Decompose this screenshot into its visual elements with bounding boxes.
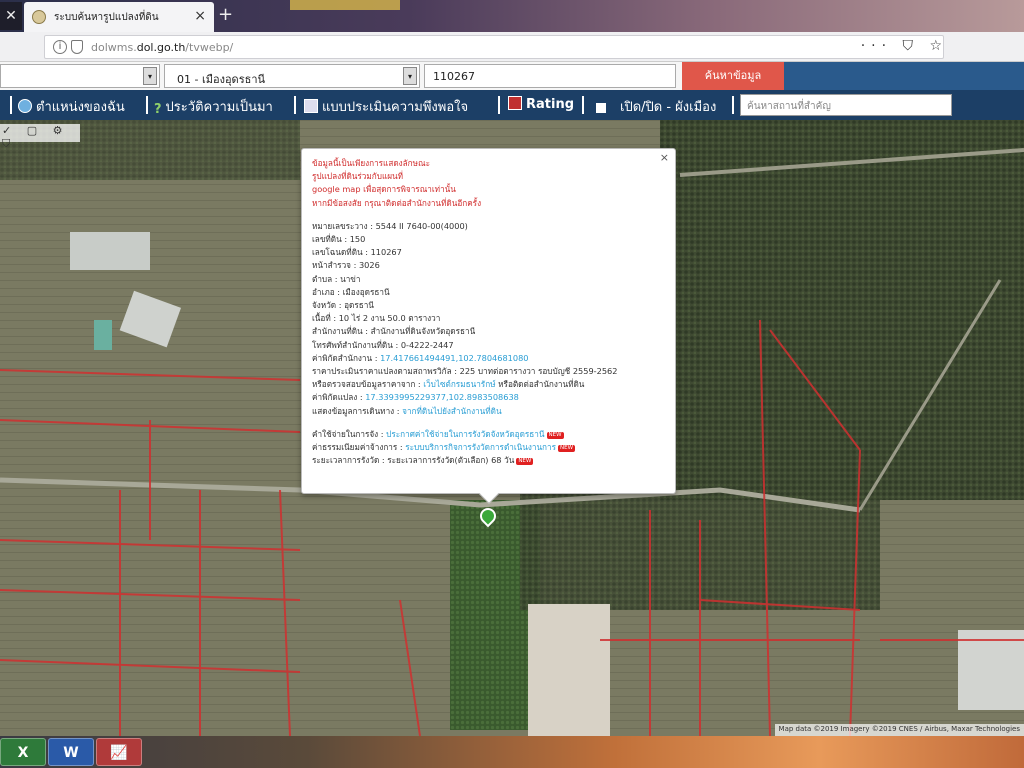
tab-title: ระบบค้นหารูปแปลงที่ดิน xyxy=(54,12,159,23)
search-button[interactable]: ค้นหาข้อมูล xyxy=(682,62,784,90)
browser-tab-bar: ✕ ระบบค้นหารูปแปลงที่ดิน × + xyxy=(0,0,1024,32)
info-icon[interactable]: i xyxy=(53,40,67,54)
url-text[interactable]: dolwms.dol.go.th/tvwebp/ xyxy=(91,41,233,54)
chevron-down-icon[interactable]: ▾ xyxy=(143,67,157,85)
menu-item-history[interactable]: ? ประวัติความเป็นมา xyxy=(154,96,273,117)
treasury-link[interactable]: เว็บไซต์กรมธนารักษ์ xyxy=(423,379,495,389)
province-select[interactable]: ▾ xyxy=(0,64,160,88)
field-row: ราคาประเมินราคาแปลงตามสถาพรวิกัล : 225 บ… xyxy=(312,366,618,377)
field-row: คำใช้จ่ายในการจัง : ประกาศค่าใช้จ่ายในกา… xyxy=(312,428,564,439)
new-tab-button[interactable]: + xyxy=(218,4,233,25)
new-badge: NEW xyxy=(546,431,564,439)
menu-divider xyxy=(732,96,734,114)
field-row: แสดงข้อมูลการเดินทาง : จากที่ดินไปยังสำน… xyxy=(312,405,502,416)
leaf-icon: ? xyxy=(154,102,162,117)
globe-icon xyxy=(18,99,32,113)
field-row: เลขโฉนดที่ดิน : 110267 xyxy=(312,247,402,258)
field-row: หมายเลขระวาง : 5544 II 7640-00(4000) xyxy=(312,220,468,231)
service-link[interactable]: ระบบบริการกิจการรังวัดการดำเนินงานการ xyxy=(405,442,556,452)
field-row: ค่าธรรมเนียมค่าจ้างการ : ระบบบริการกิจกา… xyxy=(312,442,576,453)
search-bar-fill xyxy=(784,62,1024,90)
field-row: หรือตรวจสอบข้อมูลราคาจาก : เว็บไซต์กรมธน… xyxy=(312,379,585,390)
field-row: จังหวัด : อุดรธานี xyxy=(312,300,374,311)
district-value: 01 - เมืองอุดรธานี xyxy=(177,73,266,86)
word-app-icon[interactable]: W xyxy=(48,738,94,766)
route-link[interactable]: จากที่ดินไปยังสำนักงานที่ดิน xyxy=(402,406,501,416)
field-row: เนื้อที่ : 10 ไร่ 2 งาน 50.0 ตารางวา xyxy=(312,313,441,324)
office-coord-link[interactable]: 17.417661494491,102.7804681080 xyxy=(380,353,528,363)
checkbox-icon[interactable] xyxy=(596,103,606,113)
landmark-search-input[interactable]: ค้นหาสถานที่สำคัญ xyxy=(740,94,952,116)
shield-icon[interactable] xyxy=(71,40,83,54)
disclaimer-line: ข้อมูลนี้เป็นเพียงการแสดงลักษณะ xyxy=(312,158,431,168)
field-row: ตำบล : นาข่า xyxy=(312,273,361,284)
main-menu: ตำแหน่งของฉัน ? ประวัติความเป็นมา แบบประเ… xyxy=(0,90,1024,120)
chevron-down-icon[interactable]: ▾ xyxy=(403,67,417,85)
chart-icon xyxy=(508,96,522,110)
field-row: โทรศัพท์สำนักงานที่ดิน : 0-4222-2447 xyxy=(312,339,454,350)
menu-item-assessment[interactable]: แบบประเมินความพึงพอใจ xyxy=(304,96,468,117)
parcel-search-bar: ▾ 01 - เมืองอุดรธานี ▾ 110267 ค้นหาข้อมู… xyxy=(0,62,1024,90)
menu-item-rating[interactable]: Rating xyxy=(508,96,574,112)
field-row: หน้าสำรวจ : 3026 xyxy=(312,260,380,271)
parcel-coord-link[interactable]: 17.3393995229377,102.8983508638 xyxy=(365,392,519,402)
survey-fee-link[interactable]: ประกาศค่าใช้จ่ายในการรังวัดจังหวัดอุดรธา… xyxy=(386,429,544,439)
disclaimer-line: google map เพื่อสุดการพิจารณาเท่านั้น xyxy=(312,184,456,195)
browser-nav-bar: i dolwms.dol.go.th/tvwebp/ ··· ⛉ ☆ xyxy=(0,32,1024,62)
parcel-info-popup: × ข้อมูลนี้เป็นเพียงการแสดงลักษณะ รูปแปล… xyxy=(301,148,676,504)
browser-tab[interactable]: ระบบค้นหารูปแปลงที่ดิน × xyxy=(24,2,214,32)
site-favicon-icon xyxy=(32,10,46,24)
disclaimer-line: หากมีข้อสงสัย กรุณาติดต่อสำนักงานที่ดินอ… xyxy=(312,197,482,208)
os-taskbar: X W 📈 xyxy=(0,736,1024,768)
district-select[interactable]: 01 - เมืองอุดรธานี ▾ xyxy=(164,64,420,88)
new-badge: NEW xyxy=(558,445,576,453)
field-row: ระยะเวลาการรังวัด : ระยะเวลาการรังวัด(ตั… xyxy=(312,455,534,466)
field-row: ค่าพิกัดสำนักงาน : 17.417661494491,102.7… xyxy=(312,352,529,363)
new-badge: NEW xyxy=(516,458,534,466)
menu-divider xyxy=(498,96,500,114)
menu-item-toggle-layer[interactable]: เปิด/ปิด - ผังเมือง xyxy=(596,96,716,117)
map-tool-icons[interactable]: ✓ ▢ ⚙ ⛉ xyxy=(0,124,80,150)
menu-item-location[interactable]: ตำแหน่งของฉัน xyxy=(18,96,125,117)
document-icon xyxy=(304,99,318,113)
window-close-icon[interactable]: ✕ xyxy=(0,2,22,30)
popup-close-icon[interactable]: × xyxy=(660,151,669,164)
field-row: สำนักงานที่ดิน : สำนักงานที่ดินจังหวัดอุ… xyxy=(312,326,476,337)
background-decoration xyxy=(290,0,400,10)
menu-divider xyxy=(10,96,12,114)
field-row: อำเภอ : เมืองอุดรธานี xyxy=(312,286,390,297)
excel-app-icon[interactable]: X xyxy=(0,738,46,766)
menu-divider xyxy=(294,96,296,114)
field-row: ค่าพิกัดแปลง : 17.3393995229377,102.8983… xyxy=(312,392,519,403)
address-bar[interactable]: i dolwms.dol.go.th/tvwebp/ xyxy=(44,35,944,59)
parcel-id-input[interactable]: 110267 xyxy=(424,64,676,88)
disclaimer-line: รูปแปลงที่ดินร่วมกับแผนที่ xyxy=(312,171,404,182)
field-row: เลขที่ดิน : 150 xyxy=(312,234,366,245)
tab-close-icon[interactable]: × xyxy=(194,8,206,24)
menu-divider xyxy=(146,96,148,114)
map-attribution: Map data ©2019 Imagery ©2019 CNES / Airb… xyxy=(774,724,1024,736)
page-actions-icons[interactable]: ··· ⛉ ☆ xyxy=(861,38,948,54)
chart-app-icon[interactable]: 📈 xyxy=(96,738,142,766)
menu-divider xyxy=(582,96,584,114)
